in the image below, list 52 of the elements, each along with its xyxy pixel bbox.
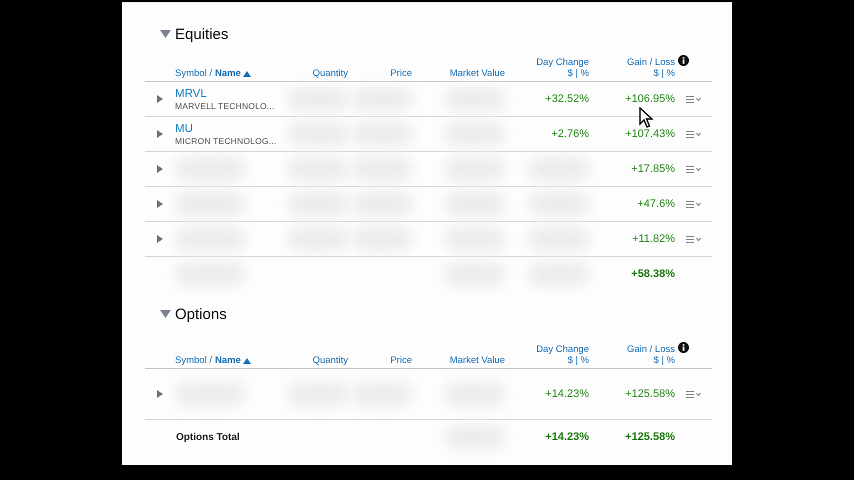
column-subheader: $ | % [568,68,589,79]
info-icon[interactable] [678,342,689,353]
column-header[interactable]: Symbol / Name [175,355,251,366]
column-header[interactable]: Day Change [536,57,589,68]
gain-loss: +47.6% [637,198,675,210]
total-label: Options Total [175,432,240,442]
day-change: +14.23% [545,388,589,400]
expand-icon[interactable] [157,235,163,243]
section-title: Equities [175,26,228,42]
column-header[interactable]: Market Value [450,68,505,79]
column-header[interactable]: Market Value [450,355,505,366]
column-header[interactable]: Gain / Loss [626,57,675,68]
menu-icon[interactable] [686,130,702,138]
menu-icon[interactable] [686,235,702,243]
menu-icon[interactable] [686,95,702,103]
column-subheader: $ | % [568,355,589,366]
section-title: Options [175,306,227,322]
gain-loss: +106.95% [625,93,675,105]
total-gain-loss: +125.58% [625,431,675,443]
symbol-link[interactable]: MRVL [175,88,207,100]
total-day-change: +14.23% [545,431,589,443]
column-subheader: $ | % [654,68,675,79]
gain-loss: +17.85% [631,163,675,175]
gain-loss: +125.58% [625,388,675,400]
expand-icon[interactable] [157,390,163,398]
company-name: MICRON TECHNOLOG... [175,136,276,146]
info-icon[interactable] [678,55,689,66]
menu-icon[interactable] [686,390,702,398]
collapse-icon[interactable] [160,310,171,318]
symbol-link[interactable]: MU [175,122,193,136]
company-name: MARVELL TECHNOLO... [175,100,275,110]
expand-icon[interactable] [157,95,163,103]
column-header[interactable]: Day Change [536,344,589,355]
column-header[interactable]: Price [390,68,412,79]
expand-icon[interactable] [157,200,163,208]
column-header[interactable]: Quantity [312,68,348,79]
day-change: +2.76% [551,128,589,140]
gain-loss: +11.82% [632,233,675,245]
gain-loss: +107.43% [625,128,675,140]
collapse-icon[interactable] [160,30,171,38]
menu-icon[interactable] [686,200,702,208]
column-subheader: $ | % [654,355,675,366]
column-header[interactable]: Quantity [312,355,348,366]
menu-icon[interactable] [686,165,702,173]
cursor-icon [639,107,653,129]
expand-icon[interactable] [157,165,163,173]
day-change: +32.52% [545,93,589,105]
column-header[interactable]: Symbol / Name [175,68,251,79]
column-header[interactable]: Price [390,355,412,366]
total-gain-loss: +58.38% [631,268,675,280]
expand-icon[interactable] [157,130,163,138]
column-header[interactable]: Gain / Loss [626,344,675,355]
